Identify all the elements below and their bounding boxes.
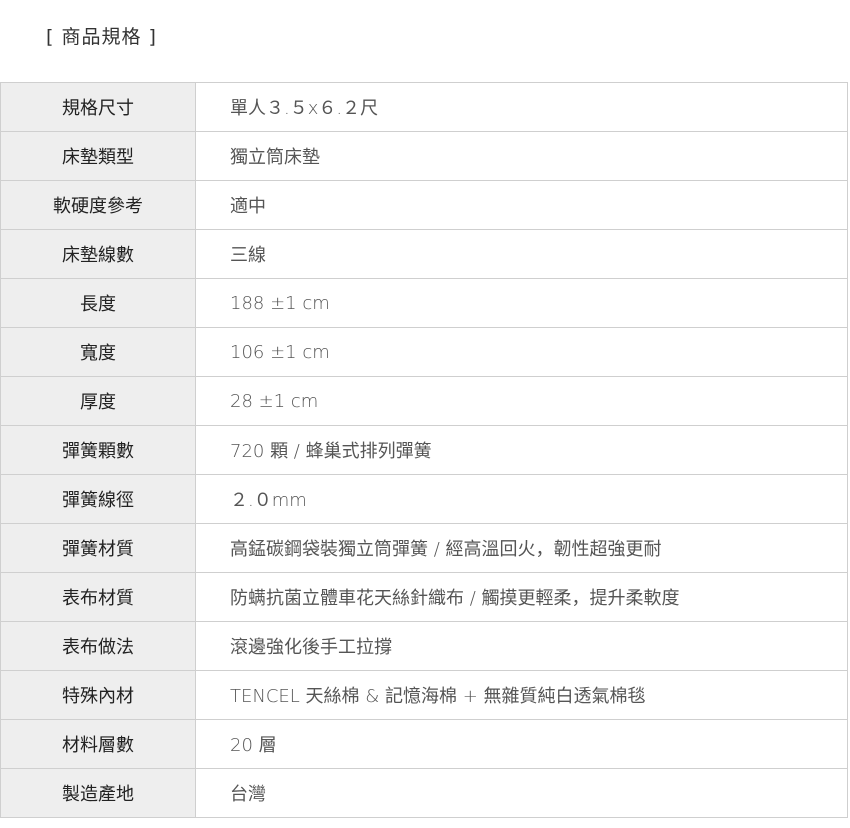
- spec-label: 床墊線數: [0, 229, 196, 279]
- table-row: 規格尺寸 單人３.５x６.２尺: [0, 82, 848, 132]
- spec-label: 製造產地: [0, 768, 196, 818]
- table-row: 材料層數 20 層: [0, 719, 848, 769]
- spec-label: 材料層數: [0, 719, 196, 769]
- table-row: 長度 188 ±1 cm: [0, 278, 848, 328]
- spec-value: 高錳碳鋼袋裝獨立筒彈簧 / 經高溫回火，韌性超強更耐: [195, 523, 848, 573]
- spec-value: ２.０mm: [195, 474, 848, 524]
- table-row: 厚度 28 ±1 cm: [0, 376, 848, 426]
- table-row: 軟硬度參考 適中: [0, 180, 848, 230]
- table-row: 彈簧顆數 720 顆 / 蜂巢式排列彈簧: [0, 425, 848, 475]
- spec-label: 彈簧顆數: [0, 425, 196, 475]
- table-row: 床墊類型 獨立筒床墊: [0, 131, 848, 181]
- spec-label: 長度: [0, 278, 196, 328]
- table-row: 寬度 106 ±1 cm: [0, 327, 848, 377]
- table-row: 床墊線數 三線: [0, 229, 848, 279]
- spec-value: TENCEL 天絲棉 & 記憶海棉 + 無雜質純白透氣棉毯: [195, 670, 848, 720]
- spec-value: 106 ±1 cm: [195, 327, 848, 377]
- table-row: 表布做法 滾邊強化後手工拉撐: [0, 621, 848, 671]
- spec-value: 單人３.５x６.２尺: [195, 82, 848, 132]
- table-row: 製造產地 台灣: [0, 768, 848, 818]
- spec-value: 三線: [195, 229, 848, 279]
- spec-table: 規格尺寸 單人３.５x６.２尺 床墊類型 獨立筒床墊 軟硬度參考 適中 床墊線數…: [0, 82, 848, 818]
- spec-label: 彈簧材質: [0, 523, 196, 573]
- spec-label: 厚度: [0, 376, 196, 426]
- spec-value: 適中: [195, 180, 848, 230]
- spec-label: 特殊內材: [0, 670, 196, 720]
- table-row: 特殊內材 TENCEL 天絲棉 & 記憶海棉 + 無雜質純白透氣棉毯: [0, 670, 848, 720]
- spec-label: 彈簧線徑: [0, 474, 196, 524]
- table-row: 表布材質 防螨抗菌立體車花天絲針織布 / 觸摸更輕柔，提升柔軟度: [0, 572, 848, 622]
- spec-label: 寬度: [0, 327, 196, 377]
- table-row: 彈簧材質 高錳碳鋼袋裝獨立筒彈簧 / 經高溫回火，韌性超強更耐: [0, 523, 848, 573]
- spec-value: 720 顆 / 蜂巢式排列彈簧: [195, 425, 848, 475]
- spec-label: 規格尺寸: [0, 82, 196, 132]
- spec-value: 台灣: [195, 768, 848, 818]
- spec-value: 滾邊強化後手工拉撐: [195, 621, 848, 671]
- spec-value: 188 ±1 cm: [195, 278, 848, 328]
- spec-value: 獨立筒床墊: [195, 131, 848, 181]
- spec-value: 28 ±1 cm: [195, 376, 848, 426]
- section-title: [ 商品規格 ]: [46, 26, 157, 48]
- spec-value: 20 層: [195, 719, 848, 769]
- spec-value: 防螨抗菌立體車花天絲針織布 / 觸摸更輕柔，提升柔軟度: [195, 572, 848, 622]
- spec-label: 表布做法: [0, 621, 196, 671]
- table-row: 彈簧線徑 ２.０mm: [0, 474, 848, 524]
- spec-label: 表布材質: [0, 572, 196, 622]
- spec-label: 床墊類型: [0, 131, 196, 181]
- spec-label: 軟硬度參考: [0, 180, 196, 230]
